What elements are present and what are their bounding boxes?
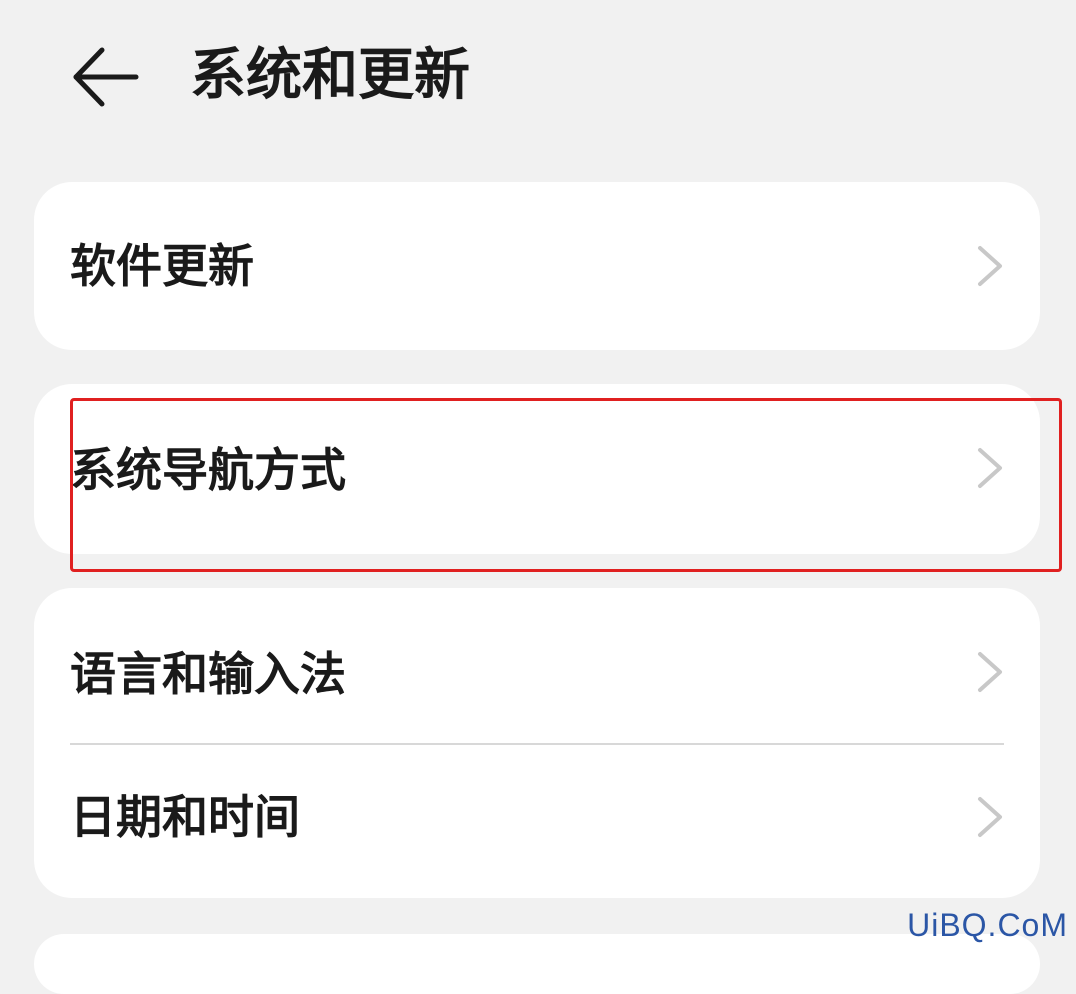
list-item-date-time[interactable]: 日期和时间 — [34, 745, 1040, 898]
settings-card-system-navigation: 系统导航方式 — [34, 384, 1040, 554]
settings-card-partial — [34, 934, 1040, 994]
back-button[interactable] — [66, 38, 144, 116]
chevron-right-icon — [974, 244, 1004, 288]
list-item-label: 系统导航方式 — [70, 443, 346, 497]
arrow-left-icon — [73, 47, 139, 107]
chevron-right-icon — [974, 446, 1004, 490]
list-item-language-input[interactable]: 语言和输入法 — [34, 588, 1040, 744]
list-item-label: 语言和输入法 — [70, 647, 346, 701]
settings-card-language-date: 语言和输入法 日期和时间 — [34, 588, 1040, 898]
watermark: UiBQ.CoM — [907, 907, 1068, 943]
settings-card-software-update: 软件更新 — [34, 182, 1040, 350]
list-item-label: 日期和时间 — [70, 790, 300, 844]
chevron-right-icon — [974, 650, 1004, 694]
list-item-software-update[interactable]: 软件更新 — [34, 182, 1040, 350]
chevron-right-icon — [974, 795, 1004, 839]
page-title: 系统和更新 — [190, 43, 470, 108]
list-item-label: 软件更新 — [70, 239, 254, 293]
list-item-system-navigation[interactable]: 系统导航方式 — [34, 384, 1040, 554]
title-bar: 系统和更新 — [0, 0, 1076, 150]
